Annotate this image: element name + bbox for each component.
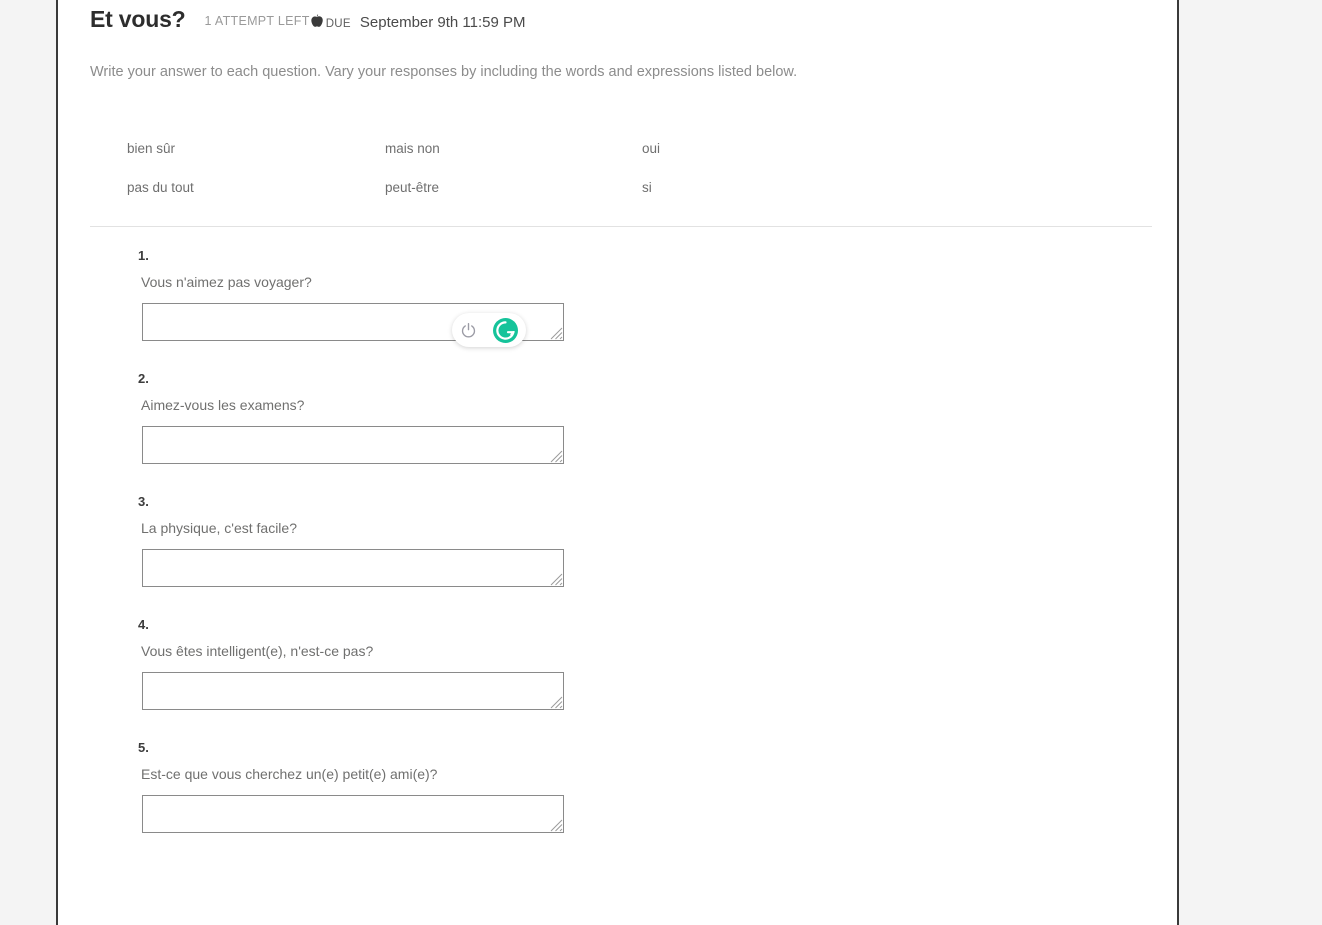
answer-input-2[interactable] [142, 426, 564, 464]
question-number: 2. [138, 371, 149, 386]
answer-input-4[interactable] [142, 672, 564, 710]
question-text: La physique, c'est facile? [141, 520, 297, 536]
page-root: Et vous? 1 ATTEMPT LEFT DUE September 9t… [0, 0, 1322, 925]
word-bank-item: mais non [385, 141, 440, 156]
question-text: Aimez-vous les examens? [141, 397, 305, 413]
question-item-2: 2. Aimez-vous les examens? [58, 371, 1177, 494]
word-bank-row: bien sûr mais non oui [127, 141, 827, 180]
question-text: Vous êtes intelligent(e), n'est-ce pas? [141, 643, 374, 659]
answer-input-5[interactable] [142, 795, 564, 833]
due-date: September 9th 11:59 PM [359, 14, 526, 31]
power-icon[interactable] [460, 322, 477, 339]
assignment-content: Et vous? 1 ATTEMPT LEFT DUE September 9t… [58, 0, 1177, 925]
answer-input-3[interactable] [142, 549, 564, 587]
question-number: 5. [138, 740, 149, 755]
word-bank-item: peut-être [385, 180, 440, 195]
question-text: Vous n'aimez pas voyager? [141, 274, 312, 290]
question-item-1: 1. Vous n'aimez pas voyager? [58, 248, 1177, 371]
page-title: Et vous? [90, 6, 186, 32]
grammarly-g-icon[interactable] [493, 317, 518, 343]
question-number: 4. [138, 617, 149, 632]
attempts-remaining-label: 1 ATTEMPT LEFT [204, 14, 310, 28]
word-bank: bien sûr mais non oui pas du tout peut-ê… [127, 141, 827, 219]
word-bank-row: pas du tout peut-être si [127, 180, 827, 219]
assignment-header: Et vous? 1 ATTEMPT LEFT DUE September 9t… [90, 6, 526, 33]
question-list: 1. Vous n'aimez pas voyager? 2. Aimez-vo… [58, 248, 1177, 863]
due-label: DUE [325, 18, 351, 30]
question-number: 3. [138, 494, 149, 509]
word-bank-item: bien sûr [127, 141, 176, 156]
section-divider [90, 226, 1152, 227]
question-text: Est-ce que vous cherchez un(e) petit(e) … [141, 766, 438, 782]
apple-icon [311, 14, 324, 28]
word-bank-item: pas du tout [127, 180, 194, 195]
question-item-5: 5. Est-ce que vous cherchez un(e) petit(… [58, 740, 1177, 863]
document-sheet: Et vous? 1 ATTEMPT LEFT DUE September 9t… [56, 0, 1179, 925]
instructions-text: Write your answer to each question. Vary… [90, 64, 798, 80]
question-item-3: 3. La physique, c'est facile? [58, 494, 1177, 617]
question-number: 1. [138, 248, 149, 263]
word-bank-item: oui [642, 141, 661, 156]
word-bank-item: si [642, 180, 652, 195]
question-item-4: 4. Vous êtes intelligent(e), n'est-ce pa… [58, 617, 1177, 740]
grammarly-widget[interactable] [452, 313, 526, 347]
